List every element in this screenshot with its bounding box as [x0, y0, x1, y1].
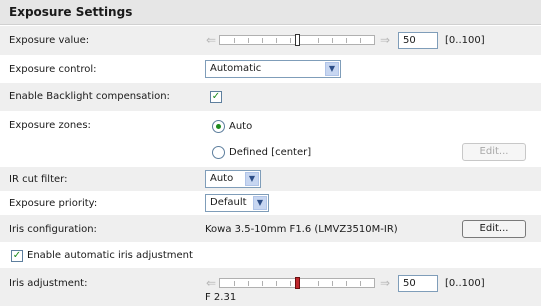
tick [290, 281, 291, 286]
tick [276, 38, 277, 43]
backlight-label: Enable Backlight compensation: [9, 91, 170, 102]
tick [276, 281, 277, 286]
exposure-priority-select[interactable]: Default ▼ [205, 194, 269, 212]
exposure-control-row: Exposure control: Automatic ▼ [0, 55, 541, 83]
exposure-priority-row: Exposure priority: Default ▼ [0, 191, 541, 215]
slider-left-arrow-icon[interactable]: ⇐ [205, 276, 217, 290]
tick [248, 281, 249, 286]
ir-cut-filter-row: IR cut filter: Auto ▼ [0, 167, 541, 191]
tick [346, 38, 347, 43]
auto-iris-checkbox[interactable]: ✓ [11, 250, 23, 262]
tick [234, 281, 235, 286]
tick [360, 281, 361, 286]
exposure-zones-defined-label: Defined [center] [229, 147, 312, 158]
section-title: Exposure Settings [0, 0, 541, 25]
tick [318, 281, 319, 286]
ir-cut-filter-label: IR cut filter: [9, 174, 68, 185]
slider-right-arrow-icon[interactable]: ⇒ [379, 276, 391, 290]
exposure-value-slider[interactable]: ⇐ ⇒ [205, 33, 393, 47]
iris-adjustment-input[interactable]: 50 [398, 275, 438, 292]
backlight-checkbox[interactable]: ✓ [210, 91, 222, 103]
backlight-row: Enable Backlight compensation: ✓ [0, 83, 541, 111]
iris-configuration-edit-button[interactable]: Edit... [462, 220, 526, 238]
exposure-value-thumb[interactable] [295, 34, 300, 46]
iris-adjustment-row: Iris adjustment: ⇐ ⇒ 50 [0..100] F 2.31 [0, 268, 541, 306]
radio-selected-dot [216, 124, 221, 129]
tick [248, 38, 249, 43]
tick [318, 38, 319, 43]
tick [262, 38, 263, 43]
exposure-value-track[interactable] [219, 34, 375, 46]
iris-adjustment-thumb[interactable] [295, 277, 300, 289]
slider-right-arrow-icon[interactable]: ⇒ [379, 33, 391, 47]
ir-cut-filter-selected: Auto [210, 173, 234, 184]
iris-adjustment-range: [0..100] [445, 278, 485, 289]
iris-adjustment-track[interactable] [219, 277, 375, 289]
tick [360, 38, 361, 43]
tick [332, 38, 333, 43]
exposure-control-label: Exposure control: [9, 64, 97, 75]
iris-adjustment-label: Iris adjustment: [9, 278, 88, 289]
exposure-zones-label: Exposure zones: [9, 120, 91, 131]
exposure-control-selected: Automatic [210, 63, 262, 74]
auto-iris-row: ✓ Enable automatic iris adjustment [0, 242, 541, 268]
iris-configuration-label: Iris configuration: [9, 224, 97, 235]
iris-adjustment-slider[interactable]: ⇐ ⇒ [205, 276, 393, 290]
exposure-zones-defined-radio[interactable] [212, 146, 225, 159]
exposure-zones-edit-button[interactable]: Edit... [462, 143, 526, 161]
tick [234, 38, 235, 43]
chevron-down-icon[interactable]: ▼ [245, 172, 259, 186]
iris-f-number: F 2.31 [205, 292, 237, 303]
exposure-value-range: [0..100] [445, 35, 485, 46]
exposure-zones-auto-radio[interactable] [212, 120, 225, 133]
chevron-down-icon[interactable]: ▼ [325, 62, 339, 76]
iris-configuration-row: Iris configuration: Kowa 3.5-10mm F1.6 (… [0, 215, 541, 242]
auto-iris-label: Enable automatic iris adjustment [27, 250, 193, 261]
ir-cut-filter-select[interactable]: Auto ▼ [205, 170, 261, 188]
exposure-control-select[interactable]: Automatic ▼ [205, 60, 341, 78]
slider-left-arrow-icon[interactable]: ⇐ [205, 33, 217, 47]
exposure-priority-selected: Default [210, 197, 247, 208]
exposure-value-row: Exposure value: ⇐ ⇒ 50 [0..100] [0, 26, 541, 55]
tick [262, 281, 263, 286]
iris-configuration-value: Kowa 3.5-10mm F1.6 (LMVZ3510M-IR) [205, 224, 398, 235]
exposure-value-input[interactable]: 50 [398, 32, 438, 49]
tick [332, 281, 333, 286]
chevron-down-icon[interactable]: ▼ [253, 196, 267, 210]
tick [290, 38, 291, 43]
tick [346, 281, 347, 286]
exposure-value-label: Exposure value: [9, 35, 90, 46]
exposure-zones-auto-label: Auto [229, 121, 253, 132]
exposure-zones-row: Exposure zones: Auto Defined [center] Ed… [0, 111, 541, 167]
exposure-priority-label: Exposure priority: [9, 198, 98, 209]
